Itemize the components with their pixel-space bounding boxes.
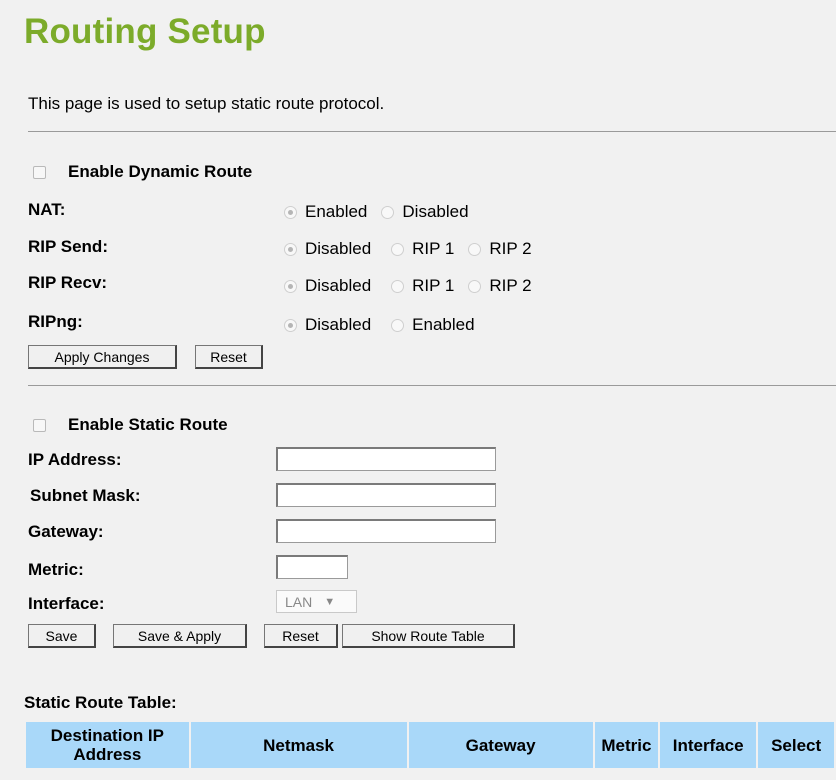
show-route-table-button[interactable]: Show Route Table xyxy=(342,624,515,648)
gateway-input[interactable] xyxy=(276,519,496,543)
nat-enabled-option[interactable]: Enabled xyxy=(284,202,367,222)
nat-radio-group: Enabled Disabled xyxy=(284,202,469,222)
static-route-table-title: Static Route Table: xyxy=(24,693,177,712)
column-header: Gateway xyxy=(408,722,593,768)
dynamic-reset-button[interactable]: Reset xyxy=(195,345,263,369)
divider xyxy=(28,385,836,386)
interface-select[interactable]: LAN ▼ xyxy=(276,590,357,613)
ripng-label: RIPng: xyxy=(28,312,83,331)
rip-send-rip2-option[interactable]: RIP 2 xyxy=(468,239,532,259)
radio-button[interactable] xyxy=(284,279,297,293)
radio-button[interactable] xyxy=(468,279,482,293)
enable-dynamic-route-label: Enable Dynamic Route xyxy=(68,162,253,181)
nat-label: NAT: xyxy=(28,200,66,219)
metric-input[interactable] xyxy=(276,555,348,579)
radio-button[interactable] xyxy=(391,279,405,293)
option-label: RIP 1 xyxy=(412,276,455,295)
column-header: Select xyxy=(758,722,834,768)
page-title: Routing Setup xyxy=(24,12,266,51)
rip-send-label: RIP Send: xyxy=(28,237,108,256)
enable-static-route-row: Enable Static Route xyxy=(33,415,228,435)
save-button[interactable]: Save xyxy=(28,624,96,648)
interface-label: Interface: xyxy=(28,594,105,613)
option-label: Disabled xyxy=(305,276,372,295)
ripng-radio-group: Disabled Enabled xyxy=(284,315,475,335)
table-header-row: Destination IP Address Netmask Gateway M… xyxy=(26,722,834,768)
radio-button[interactable] xyxy=(284,318,297,332)
option-label: Enabled xyxy=(412,315,475,334)
option-label: Enabled xyxy=(305,202,368,221)
rip-send-disabled-option[interactable]: Disabled xyxy=(284,239,371,259)
divider xyxy=(28,131,836,132)
rip-recv-rip1-option[interactable]: RIP 1 xyxy=(391,276,454,296)
enable-static-route-checkbox[interactable] xyxy=(33,418,46,432)
static-route-table: Destination IP Address Netmask Gateway M… xyxy=(24,720,836,770)
interface-select-value: LAN xyxy=(285,593,313,610)
subnet-mask-label: Subnet Mask: xyxy=(30,486,141,505)
column-header: Interface xyxy=(660,722,757,768)
option-label: Disabled xyxy=(402,202,469,221)
rip-recv-disabled-option[interactable]: Disabled xyxy=(284,276,371,296)
ip-address-label: IP Address: xyxy=(28,450,122,469)
rip-recv-radio-group: Disabled RIP 1 RIP 2 xyxy=(284,276,532,296)
chevron-down-icon: ▼ xyxy=(324,595,336,608)
column-header: Metric xyxy=(594,722,659,768)
enable-dynamic-route-checkbox[interactable] xyxy=(33,165,46,179)
rip-recv-rip2-option[interactable]: RIP 2 xyxy=(468,276,532,296)
radio-button[interactable] xyxy=(468,242,482,256)
page-description: This page is used to setup static route … xyxy=(28,94,385,113)
nat-disabled-option[interactable]: Disabled xyxy=(381,202,469,222)
option-label: RIP 1 xyxy=(412,239,455,258)
apply-changes-button[interactable]: Apply Changes xyxy=(28,345,177,369)
metric-label: Metric: xyxy=(28,560,84,579)
column-header: Destination IP Address xyxy=(26,722,189,768)
option-label: RIP 2 xyxy=(489,239,532,258)
gateway-label: Gateway: xyxy=(28,522,104,541)
rip-send-rip1-option[interactable]: RIP 1 xyxy=(391,239,454,259)
save-apply-button[interactable]: Save & Apply xyxy=(113,624,247,648)
option-label: RIP 2 xyxy=(489,276,532,295)
ip-address-input[interactable] xyxy=(276,447,496,471)
enable-dynamic-route-row: Enable Dynamic Route xyxy=(33,162,252,182)
option-label: Disabled xyxy=(305,239,372,258)
subnet-mask-input[interactable] xyxy=(276,483,496,507)
radio-button[interactable] xyxy=(391,242,405,256)
enable-static-route-label: Enable Static Route xyxy=(68,415,228,434)
radio-button[interactable] xyxy=(284,205,297,219)
static-reset-button[interactable]: Reset xyxy=(264,624,338,648)
ripng-disabled-option[interactable]: Disabled xyxy=(284,315,371,335)
radio-button[interactable] xyxy=(391,318,405,332)
ripng-enabled-option[interactable]: Enabled xyxy=(391,315,475,335)
radio-button[interactable] xyxy=(284,242,297,256)
column-header: Netmask xyxy=(190,722,407,768)
rip-recv-label: RIP Recv: xyxy=(28,273,108,292)
radio-button[interactable] xyxy=(381,205,395,219)
rip-send-radio-group: Disabled RIP 1 RIP 2 xyxy=(284,239,532,259)
option-label: Disabled xyxy=(305,315,372,334)
